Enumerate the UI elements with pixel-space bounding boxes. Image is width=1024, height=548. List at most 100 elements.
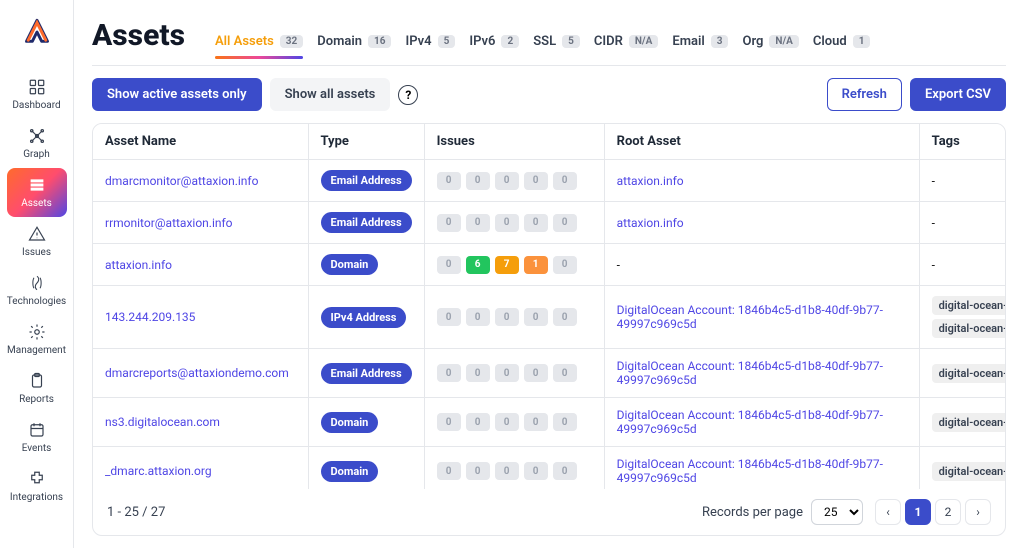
table-row: ns3.digitalocean.comDomain00000DigitalOc… [93,398,1005,447]
root-asset-link[interactable]: DigitalOcean Account: 1846b4c5-d1b8-40df… [617,359,883,387]
issue-count[interactable]: 0 [553,413,577,431]
tab-email[interactable]: Email3 [672,28,728,55]
show-active-button[interactable]: Show active assets only [92,78,262,111]
issue-count[interactable]: 0 [466,172,490,190]
issue-count[interactable]: 1 [524,256,548,274]
asset-tag[interactable]: digital-ocean-reserv [932,296,1005,315]
asset-tag[interactable]: digital-ocean-dns-zo [932,413,1005,432]
app-logo [23,18,51,46]
sidebar-item-reports[interactable]: Reports [7,364,67,413]
asset-name-link[interactable]: dmarcmonitor@attaxion.info [105,174,258,188]
page-button-1[interactable]: 1 [905,499,931,525]
root-asset-link[interactable]: attaxion.info [617,174,684,188]
records-per-page-select[interactable]: 25 [811,499,863,525]
sidebar-item-graph[interactable]: Graph [7,119,67,168]
issue-count[interactable]: 0 [437,214,461,232]
issue-count[interactable]: 7 [495,256,519,274]
root-asset-link[interactable]: DigitalOcean Account: 1846b4c5-d1b8-40df… [617,303,883,331]
issue-count[interactable]: 0 [524,413,548,431]
sidebar-item-assets[interactable]: Assets [7,168,67,217]
issue-count[interactable]: 0 [524,214,548,232]
issue-count[interactable]: 0 [466,364,490,382]
tab-ipv6[interactable]: IPv62 [469,28,519,55]
sidebar-item-label: Dashboard [12,100,60,111]
asset-tag[interactable]: digital-ocean-dns-zo [932,462,1005,481]
asset-name-link[interactable]: attaxion.info [105,258,172,272]
issue-count[interactable]: 6 [466,256,490,274]
issue-count[interactable]: 0 [553,214,577,232]
pagination: 1 - 25 / 27 Records per page 25 ‹ 12 › [93,489,1005,535]
sidebar-item-dashboard[interactable]: Dashboard [7,70,67,119]
sidebar-item-issues[interactable]: Issues [7,217,67,266]
export-csv-button[interactable]: Export CSV [910,78,1006,111]
issue-count[interactable]: 0 [466,462,490,480]
sidebar-item-label: Integrations [10,492,63,503]
tab-org[interactable]: OrgN/A [742,28,798,55]
asset-name-link[interactable]: ns3.digitalocean.com [105,415,220,429]
refresh-button[interactable]: Refresh [827,78,902,111]
issue-count[interactable]: 0 [553,308,577,326]
column-header[interactable]: Type [308,124,424,160]
issue-count[interactable]: 0 [495,413,519,431]
page-prev-button[interactable]: ‹ [875,499,901,525]
column-header[interactable]: Tags [919,124,1005,160]
issue-count[interactable]: 0 [553,462,577,480]
issue-count[interactable]: 0 [466,214,490,232]
asset-name-link[interactable]: dmarcreports@attaxiondemo.com [105,366,289,380]
issue-count[interactable]: 0 [495,308,519,326]
tab-all-assets[interactable]: All Assets32 [215,28,303,55]
sidebar-item-management[interactable]: Management [7,315,67,364]
asset-tag[interactable]: digital-ocean-dns-zo [932,319,1005,338]
issue-count[interactable]: 0 [553,172,577,190]
issue-count[interactable]: 0 [437,256,461,274]
issue-count[interactable]: 0 [524,308,548,326]
issue-count[interactable]: 0 [466,413,490,431]
help-icon[interactable]: ? [398,85,418,105]
issue-count[interactable]: 0 [437,364,461,382]
column-header[interactable]: Issues [424,124,604,160]
sidebar-item-technologies[interactable]: Technologies [7,266,67,315]
asset-tag[interactable]: digital-ocean-dns-zo [932,364,1005,383]
issue-count[interactable]: 0 [437,462,461,480]
issue-count[interactable]: 0 [553,364,577,382]
issue-count[interactable]: 0 [495,172,519,190]
tab-label: All Assets [215,34,274,49]
issue-count[interactable]: 0 [553,256,577,274]
tab-ssl[interactable]: SSL5 [533,28,580,55]
tab-cloud[interactable]: Cloud1 [813,28,871,55]
issue-count[interactable]: 0 [495,462,519,480]
issue-count[interactable]: 0 [524,172,548,190]
column-header[interactable]: Root Asset [604,124,919,160]
root-asset-link[interactable]: DigitalOcean Account: 1846b4c5-d1b8-40df… [617,457,883,485]
tab-count: 5 [438,35,456,48]
issue-count[interactable]: 0 [524,364,548,382]
issue-count[interactable]: 0 [495,214,519,232]
page-button-2[interactable]: 2 [935,499,961,525]
column-header[interactable]: Asset Name [93,124,308,160]
show-all-button[interactable]: Show all assets [270,78,391,111]
asset-name-link[interactable]: _dmarc.attaxion.org [105,464,212,478]
page-next-button[interactable]: › [965,499,991,525]
tab-ipv4[interactable]: IPv45 [405,28,455,55]
issue-count[interactable]: 0 [495,364,519,382]
page-title: Assets [92,18,185,53]
issue-count[interactable]: 0 [466,308,490,326]
root-asset-link[interactable]: DigitalOcean Account: 1846b4c5-d1b8-40df… [617,408,883,436]
page-range-text: 1 - 25 / 27 [107,505,165,520]
issue-count[interactable]: 0 [437,413,461,431]
root-asset-empty: - [604,244,919,286]
asset-name-link[interactable]: rrmonitor@attaxion.info [105,216,233,230]
root-asset-link[interactable]: attaxion.info [617,216,684,230]
tab-cidr[interactable]: CIDRN/A [594,28,658,55]
sidebar-item-integrations[interactable]: Integrations [7,462,67,511]
sidebar-item-label: Events [22,443,52,454]
asset-name-link[interactable]: 143.244.209.135 [105,310,195,324]
issue-count[interactable]: 0 [524,462,548,480]
issue-count[interactable]: 0 [437,172,461,190]
issue-count[interactable]: 0 [437,308,461,326]
sidebar-item-events[interactable]: Events [7,413,67,462]
records-per-page-label: Records per page [702,505,803,520]
table-scroll[interactable]: Asset NameTypeIssuesRoot AssetTags dmarc… [93,124,1005,489]
tab-label: Domain [317,34,362,49]
tab-domain[interactable]: Domain16 [317,28,391,55]
